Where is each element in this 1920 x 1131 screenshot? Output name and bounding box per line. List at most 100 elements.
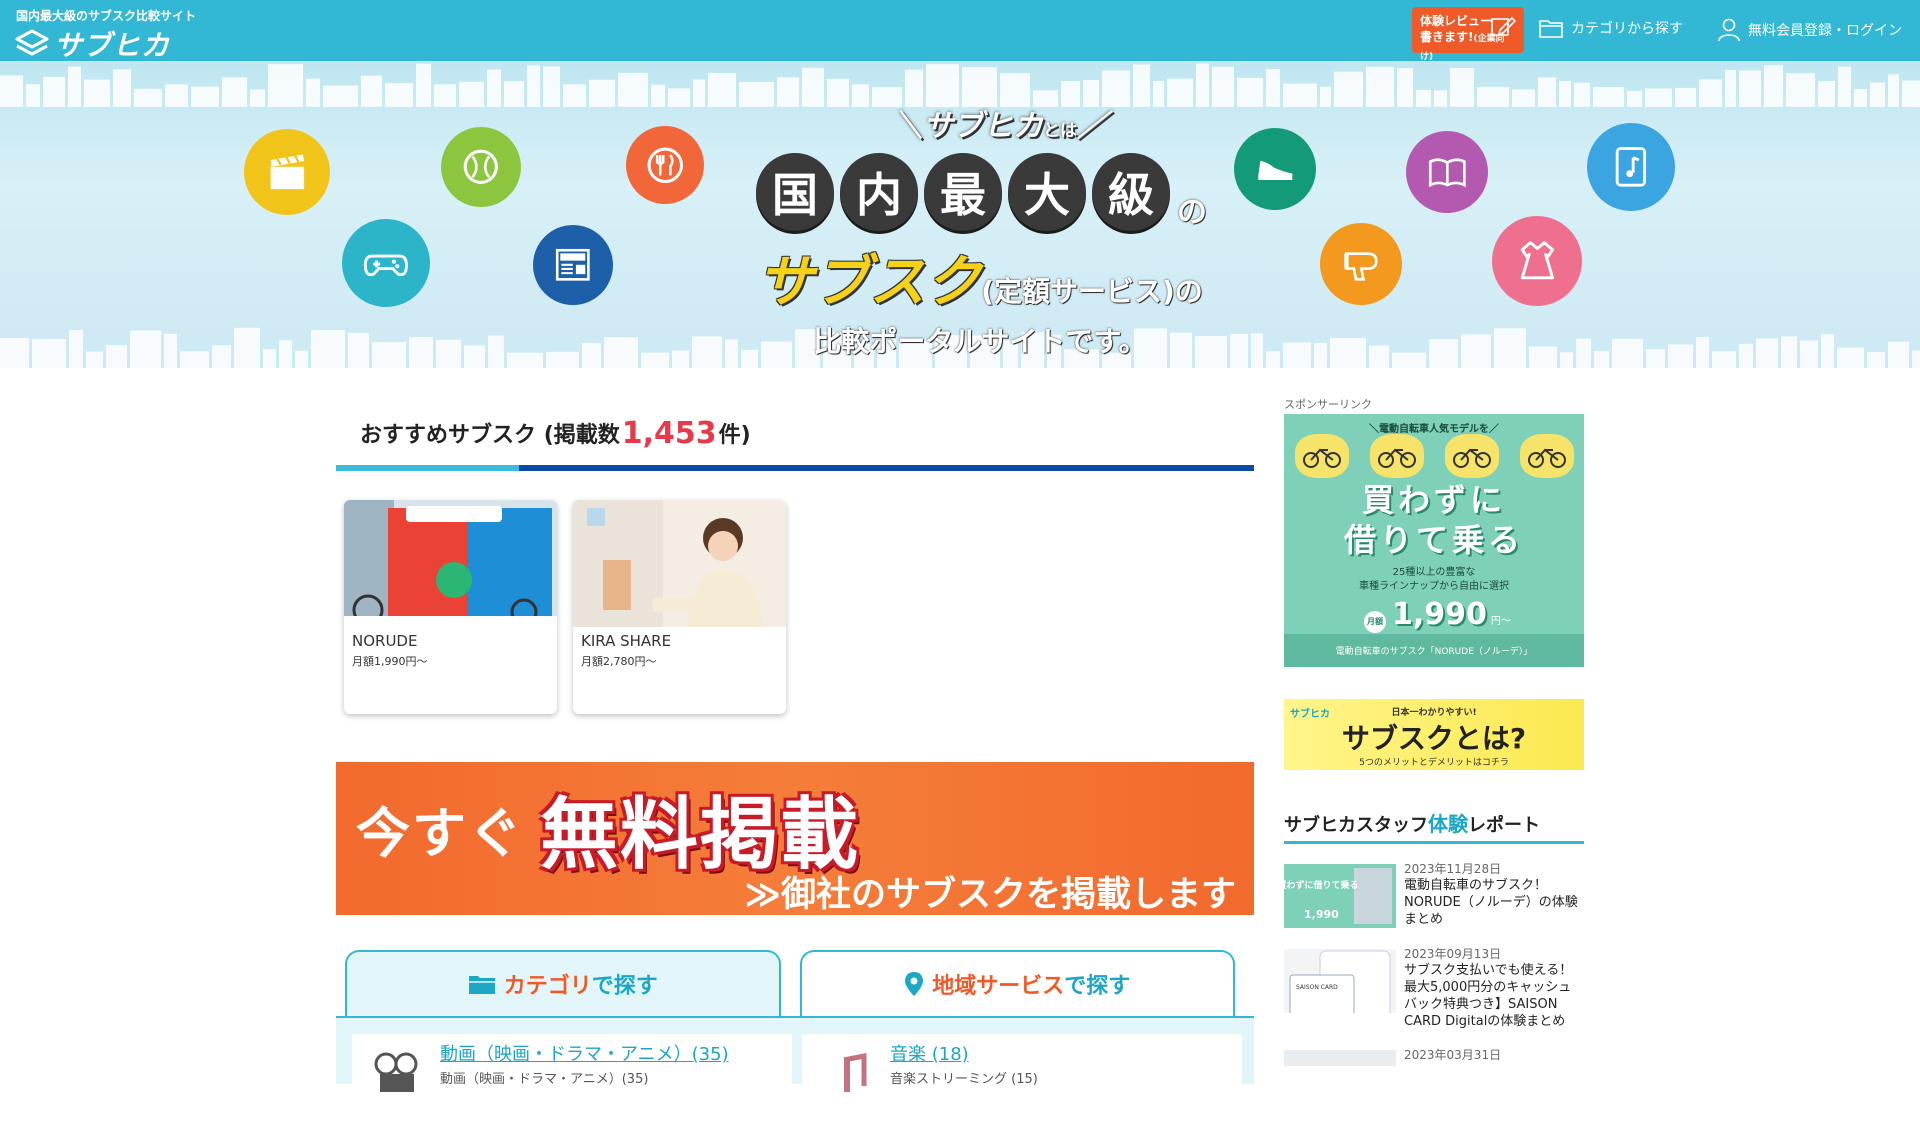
baseball-icon [441,127,521,207]
report-date: 2023年09月13日 [1404,947,1502,961]
hero-copy: ＼サブヒカとは／ 国 内 最 大 級 の サブスク (定額サービス)の 比較ポー… [700,101,1260,360]
category-sub-video[interactable]: 動画（映画・ドラマ・アニメ）(35) [440,1068,648,1087]
tab-category-lead: カテゴリ [503,974,592,999]
free-listing-banner[interactable]: 今すぐ 無料掲載 ≫御社のサブスクを掲載します [336,762,1254,915]
book-icon [1406,131,1488,213]
restaurant-icon [626,126,704,204]
site-tagline: 国内最大級のサブスク比較サイト [16,9,197,23]
hero-big-chars: 国 内 最 大 級 の [700,153,1260,231]
tab-category[interactable]: カテゴリ で探す [345,950,781,1016]
card-price: 月額1,990円〜 [352,655,428,668]
nav-category-link[interactable]: カテゴリから探す [1539,18,1683,38]
logo-stack-icon [15,29,49,56]
review-button-line2: 書きます! [1420,30,1474,44]
ad1-top: ＼電動自転車人気モデルを／ [1369,424,1499,435]
recommend-title: おすすめサブスク [360,423,537,448]
hero-subsc-line: サブスク (定額サービス)の [700,237,1260,318]
ad1-desc-2: 車種ラインナップから自由に選択 [1359,581,1509,592]
nav-login-link[interactable]: 無料会員登録・ログイン [1718,18,1902,42]
folder-icon [468,976,495,994]
kira-share-thumbnail-art [573,500,786,627]
experience-review-button[interactable]: 体験レビュー 書きます!(企業向け) [1412,7,1524,62]
bicycle-icon [1519,434,1574,478]
recommend-cards: NORUDE 月額1,990円〜 KIRA SHARE 月額2,780円〜 [336,500,1254,714]
tab-region-lead: 地域サービス [932,974,1065,999]
report-thumbnail [1284,1050,1396,1066]
ad1-headline: 買わずに 借りて乗る [1284,480,1584,560]
hero-paren: (定額サービス)の [981,275,1203,308]
report-list: 買わずに借りて乗る 1,990 2023年11月28日 電動自転車のサブスク！N… [1284,860,1584,1115]
nav-category-label: カテゴリから探す [1571,21,1683,37]
ad1-desc-1: 25種以上の豊富な [1392,567,1476,578]
report-title: サブスク支払いでも使える！最大5,000円分のキャッシュバック特典つき】SAIS… [1404,963,1573,1029]
service-card-norude[interactable]: NORUDE 月額1,990円〜 [344,500,557,714]
site-logo[interactable]: サブヒカ [14,24,170,64]
news-icon [533,225,613,305]
report-item[interactable]: 買わずに借りて乗る 1,990 2023年11月28日 電動自転車のサブスク！N… [1284,860,1584,945]
report-item[interactable]: SAISON CARD 2023年09月13日 サブスク支払いでも使える！最大5… [1284,945,1584,1030]
report-date: 2023年03月31日 [1404,1048,1502,1062]
what-is-subsc-banner[interactable]: サブヒカ 日本一わかりやすい! サブスクとは? 5つのメリットとデメリットはコチ… [1284,699,1584,770]
site-header: 国内最大級のサブスク比較サイト サブヒカ 体験レビュー 書きます!(企業向け) … [0,0,1920,64]
pen-paper-icon [1491,16,1516,36]
category-item-music: 音楽 (18) 音楽ストリーミング (15) [802,1034,1242,1094]
staff-report-title: サブヒカスタッフ体験レポート [1284,808,1584,844]
report-date: 2023年11月28日 [1404,862,1502,876]
norude-thumbnail-art [344,500,557,627]
recommend-count-prefix: (掲載数 [543,423,620,448]
ad1-price-unit: 円〜 [1490,616,1511,627]
hero-brand: サブヒカ [923,109,1043,144]
recommend-section-title: おすすめサブスク (掲載数 1,453 件) [336,401,1254,465]
film-reel-icon [374,1052,418,1092]
tab-region-tail: で探す [1064,974,1131,999]
card-thumbnail [344,500,557,627]
bicycle-icon [1294,434,1349,478]
report-thumbnail: SAISON CARD [1284,949,1396,1013]
service-card-kira-share[interactable]: KIRA SHARE 月額2,780円〜 [573,500,786,714]
report-title-accent: 体験 [1428,812,1468,836]
card-price: 月額2,780円〜 [581,655,657,668]
nav-login-label: 無料会員登録・ログイン [1748,23,1902,39]
report-item[interactable]: 2023年03月31日 [1284,1046,1584,1131]
hero-char: 国 [756,153,834,231]
card-name: KIRA SHARE [581,632,672,650]
norude-ad-banner[interactable]: ＼電動自転車人気モデルを／ 買わずに 借りて乗る 25種以上の豊富な 車種ライン… [1284,414,1584,667]
report-thumb-text: 買わずに借りて乗る [1284,879,1359,891]
dress-icon [1492,216,1582,306]
category-item-video: 動画（映画・ドラマ・アニメ）(35) 動画（映画・ドラマ・アニメ）(35) [352,1034,792,1094]
user-icon [1718,18,1740,42]
bicycle-icon [1369,434,1424,478]
ad1-headline-1: 買わずに [1361,481,1506,519]
ad2-big: サブスクとは? [1341,722,1527,755]
ad2-foot: 5つのメリットとデメリットはコチラ [1359,758,1509,768]
card-name: NORUDE [352,632,418,650]
search-tabs: カテゴリ で探す 地域サービス で探す [336,950,1254,1016]
report-thumb-text: SAISON CARD [1296,984,1338,991]
bicycle-icon [1444,434,1499,478]
ad1-price-label: 月額 [1364,610,1386,633]
ad1-desc: 25種以上の豊富な 車種ラインナップから自由に選択 [1284,566,1584,594]
category-link-music[interactable]: 音楽 (18) [890,1040,969,1066]
tab-region[interactable]: 地域サービス で探す [799,950,1235,1016]
hero-subsc: サブスク [757,250,982,315]
category-list: 動画（映画・ドラマ・アニメ）(35) 動画（映画・ドラマ・アニメ）(35) 音楽… [336,1018,1254,1094]
ad1-price-number: 1,990 [1392,597,1487,632]
report-thumbnail: 買わずに借りて乗る 1,990 [1284,864,1396,928]
sponsor-label: スポンサーリンク [1284,398,1372,411]
hero-what-is-suffix: とは [1043,121,1077,141]
category-link-video[interactable]: 動画（映画・ドラマ・アニメ）(35) [440,1040,729,1066]
logo-text: サブヒカ [54,29,171,62]
ad1-bike-row [1284,434,1584,478]
hero-no: の [1177,195,1207,230]
report-title-pre: サブヒカスタッフ [1284,815,1428,836]
category-sub-music[interactable]: 音楽ストリーミング (15) [890,1068,1038,1087]
free-banner-now: 今すぐ [356,801,524,865]
ad1-foot: 電動自転車のサブスク「NORUDE（ノルーデ）」 [1284,634,1584,667]
music-note-icon [843,1052,867,1092]
report-title: 電動自転車のサブスク！NORUDE（ノルーデ）の体験まとめ [1404,878,1578,927]
hairdryer-icon [1320,223,1402,305]
hero-banner[interactable]: ＼サブヒカとは／ 国 内 最 大 級 の サブスク (定額サービス)の 比較ポー… [0,61,1920,368]
gamepad-icon [342,219,430,307]
report-title-post: レポート [1468,815,1540,836]
folder-icon [1539,20,1563,38]
